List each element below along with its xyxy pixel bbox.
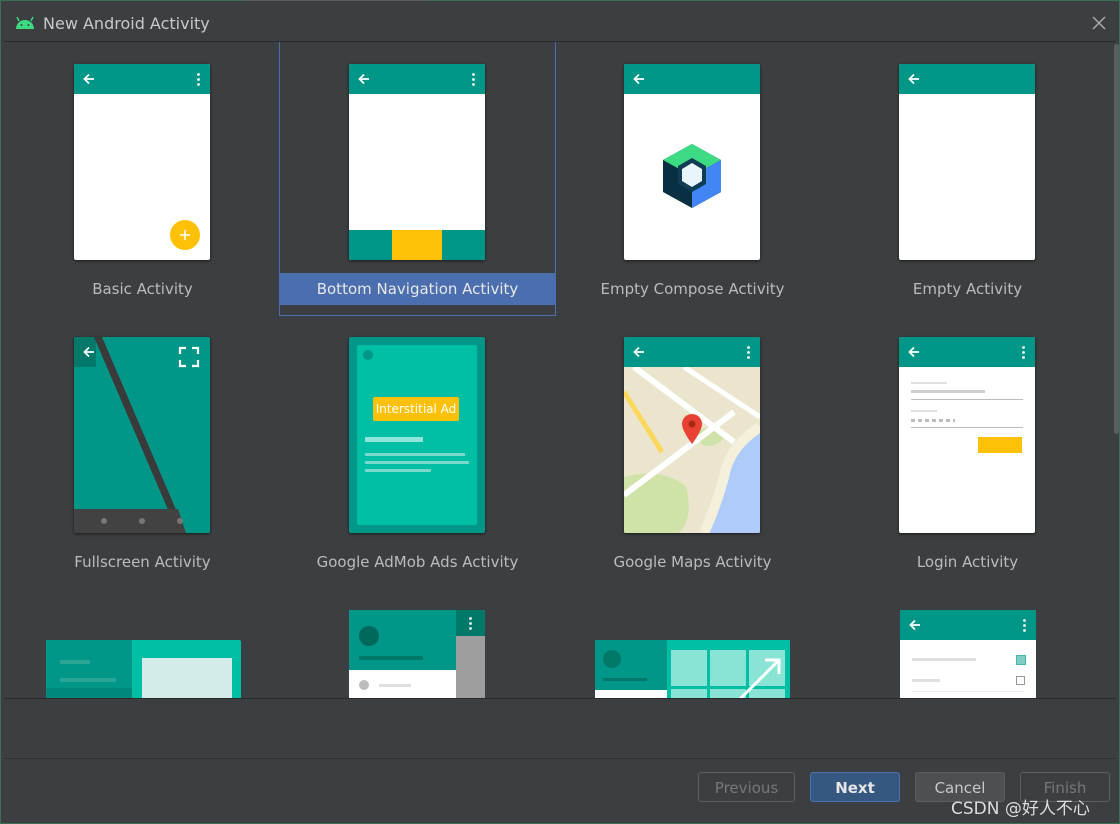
- fullscreen-icon: [178, 346, 200, 368]
- template-label: Empty Compose Activity: [600, 280, 785, 298]
- template-label: Google Maps Activity: [613, 553, 772, 571]
- overflow-menu-icon: [472, 73, 475, 86]
- basic-activity-preview: [74, 64, 210, 260]
- expand-arrow-icon: [737, 658, 781, 699]
- android-icon: [16, 16, 34, 29]
- back-arrow-icon: [83, 346, 94, 358]
- overflow-menu-icon: [197, 73, 200, 86]
- next-button[interactable]: Next: [810, 772, 900, 802]
- back-arrow-icon: [909, 619, 920, 631]
- back-arrow-icon: [633, 73, 644, 85]
- jetpack-compose-logo-icon: [663, 144, 721, 208]
- empty-activity-preview: [899, 64, 1035, 260]
- map-pin-icon: [682, 414, 702, 444]
- google-maps-preview: [624, 337, 760, 533]
- empty-compose-preview: [624, 64, 760, 260]
- template-empty-compose-activity[interactable]: Empty Compose Activity: [555, 42, 830, 315]
- template-label: Empty Activity: [912, 280, 1023, 298]
- overflow-menu-icon: [1023, 619, 1026, 632]
- template-master-detail-flow[interactable]: [5, 588, 280, 699]
- template-fullscreen-activity[interactable]: Fullscreen Activity: [5, 315, 280, 588]
- template-label: Google AdMob Ads Activity: [316, 553, 519, 571]
- interstitial-ad-badge: Interstitial Ad: [373, 397, 459, 421]
- close-icon[interactable]: [1091, 15, 1107, 31]
- login-preview: [899, 337, 1035, 533]
- csdn-watermark: CSDN @好人不心: [951, 799, 1090, 819]
- template-label: Bottom Navigation Activity: [280, 273, 555, 305]
- fab-add-icon: [170, 220, 200, 250]
- template-settings-activity[interactable]: [830, 588, 1105, 699]
- button-bar-divider: [4, 758, 1116, 759]
- overflow-menu-icon: [1022, 346, 1025, 359]
- overflow-menu-icon: [469, 617, 472, 630]
- window-title: New Android Activity: [43, 14, 210, 33]
- template-label: Login Activity: [916, 553, 1019, 571]
- template-primary-detail-flow[interactable]: [555, 588, 830, 699]
- template-empty-activity[interactable]: Empty Activity: [830, 42, 1105, 315]
- template-label: Fullscreen Activity: [74, 553, 211, 571]
- back-arrow-icon: [83, 73, 94, 85]
- gallery-scrollbar[interactable]: [1114, 44, 1119, 434]
- template-google-maps-activity[interactable]: Google Maps Activity: [555, 315, 830, 588]
- template-bottom-navigation-activity[interactable]: Bottom Navigation Activity: [279, 42, 556, 316]
- template-label: Basic Activity: [92, 280, 193, 298]
- template-navigation-drawer[interactable]: [280, 588, 555, 699]
- map-illustration: [624, 367, 760, 533]
- title-bar: New Android Activity: [1, 1, 1119, 41]
- back-arrow-icon: [908, 346, 919, 358]
- back-arrow-icon: [908, 73, 919, 85]
- back-arrow-icon: [358, 73, 369, 85]
- template-google-admob-ads-activity[interactable]: Interstitial Ad Google AdMob Ads Activit…: [280, 315, 555, 588]
- template-basic-activity[interactable]: Basic Activity: [5, 42, 280, 315]
- fullscreen-preview: [74, 337, 210, 533]
- bottom-navigation-preview: [349, 64, 485, 260]
- overflow-menu-icon: [747, 346, 750, 359]
- template-login-activity[interactable]: Login Activity: [830, 315, 1105, 588]
- admob-preview: Interstitial Ad: [349, 337, 485, 533]
- template-gallery: Basic Activity Bottom Navigation Activit…: [4, 41, 1116, 699]
- previous-button[interactable]: Previous: [698, 772, 795, 802]
- back-arrow-icon: [633, 346, 644, 358]
